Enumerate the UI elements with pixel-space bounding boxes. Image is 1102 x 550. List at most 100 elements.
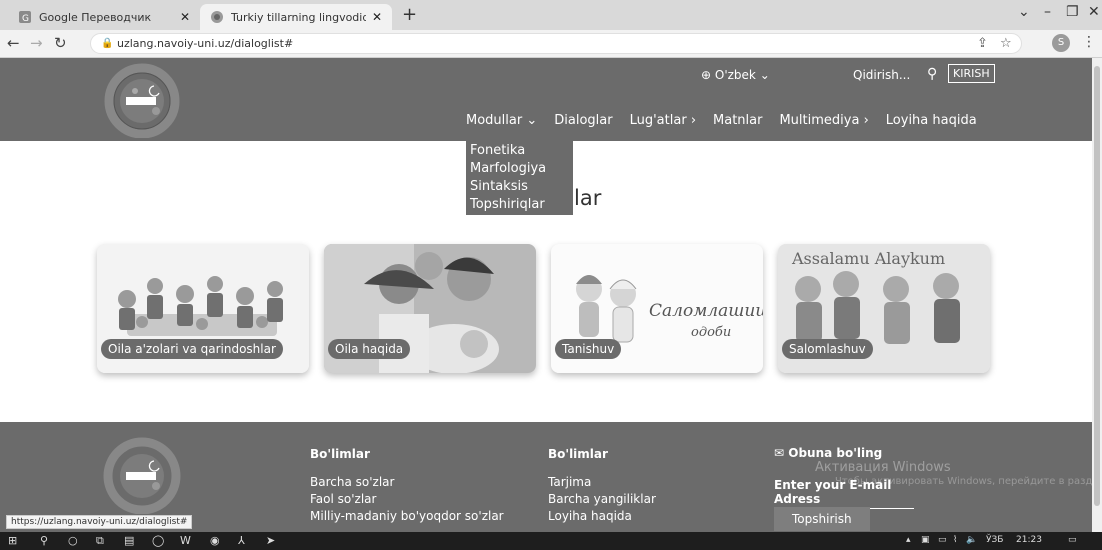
footer-link[interactable]: Barcha so'zlar [310, 474, 504, 491]
chrome-icon[interactable]: ◉ [210, 534, 220, 547]
dropdown-item-marfologiya[interactable]: Marfologiya [470, 160, 569, 178]
page-scrollbar[interactable] [1092, 58, 1102, 532]
search-input[interactable]: Qidirish... [853, 68, 910, 82]
nav-matnlar[interactable]: Matnlar [713, 113, 762, 128]
login-button[interactable]: KIRISH [948, 64, 995, 83]
browser-tab-strip: G Google Переводчик ✕ Turkiy tillarning … [0, 0, 1102, 30]
battery-icon[interactable]: ▭ [938, 535, 947, 545]
browser-menu-icon[interactable]: ⋮ [1082, 34, 1096, 50]
lock-icon: 🔒 [101, 38, 114, 49]
status-url-tooltip: https://uzlang.navoiy-uni.uz/dialoglist# [6, 515, 193, 529]
subscribe-label: Obuna bo'ling [788, 446, 883, 460]
search-icon[interactable]: ⚲ [40, 534, 48, 547]
pdf-reader-icon[interactable]: ⅄ [238, 534, 245, 547]
site-header: ⊕ O'zbek ⌄ Qidirish... ⚲ KIRISH Modullar… [0, 58, 1092, 141]
omnibox[interactable]: 🔒 uzlang.navoiy-uni.uz/dialoglist# ⇪ ☆ [90, 33, 1022, 54]
google-translate-favicon-icon: G [18, 10, 32, 24]
address-bar-row: ← → ↻ 🔒 uzlang.navoiy-uni.uz/dialoglist#… [0, 30, 1102, 58]
dropdown-item-topshiriqlar[interactable]: Topshiriqlar [470, 196, 569, 214]
nav-label: Multimediya [779, 113, 860, 128]
windows-activation-subtext: Чтобы активировать Windows, перейдите в … [835, 476, 1102, 487]
language-selector[interactable]: ⊕ O'zbek ⌄ [701, 68, 770, 82]
card-label: Oila a'zolari va qarindoshlar [101, 339, 283, 359]
card-label: Salomlashuv [782, 339, 873, 359]
chevron-right-icon: › [690, 113, 697, 128]
windows-taskbar: ⊞ ⚲ ○ ⧉ ▤ ◯ W ◉ ⅄ ➤ ▴ ▣ ▭ ⌇ 🔈 ЎЗБ 21:23 … [0, 532, 1102, 550]
nav-lugatlar[interactable]: Lug'atlar › [630, 113, 696, 128]
chevron-down-icon[interactable]: ⌄ [1018, 4, 1030, 20]
minimize-icon[interactable]: – [1044, 4, 1051, 20]
card-image-text: Assalamu Alaykum [791, 249, 945, 268]
footer-link[interactable]: Loyiha haqida [548, 508, 656, 525]
submit-button[interactable]: Topshirish [774, 507, 870, 531]
dialog-card-tanishuv[interactable]: Саломлашиш одоби Tanishuv [551, 244, 763, 373]
clock[interactable]: 21:23 [1016, 535, 1042, 545]
profile-avatar[interactable]: S [1052, 34, 1070, 52]
card-label: Oila haqida [328, 339, 411, 359]
dropdown-item-sintaksis[interactable]: Sintaksis [470, 178, 569, 196]
language-label: O'zbek [714, 68, 756, 82]
search-icon[interactable]: ⚲ [927, 66, 937, 82]
nav-loyiha-haqida[interactable]: Loyiha haqida [886, 113, 977, 128]
tray-chevron-icon[interactable]: ▴ [906, 535, 911, 545]
dialog-card-oila-haqida[interactable]: Oila haqida [324, 244, 536, 373]
telegram-icon[interactable]: ➤ [266, 534, 275, 547]
dialog-card-family-members[interactable]: Oila a'zolari va qarindoshlar [97, 244, 309, 373]
page-title: lar [574, 186, 602, 210]
bookmark-star-icon[interactable]: ☆ [1000, 36, 1012, 51]
tray-app-icon[interactable]: ▣ [921, 535, 930, 545]
footer-logo[interactable] [92, 434, 192, 514]
card-label: Tanishuv [555, 339, 622, 359]
keyboard-language[interactable]: ЎЗБ [986, 535, 1003, 545]
share-icon[interactable]: ⇪ [977, 36, 988, 51]
opera-icon[interactable]: ◯ [152, 534, 164, 547]
windows-start-icon[interactable]: ⊞ [8, 534, 17, 547]
close-tab-icon[interactable]: ✕ [180, 10, 190, 24]
footer-column-1: Bo'limlar Barcha so'zlar Faol so'zlar Mi… [310, 446, 504, 525]
mail-icon: ✉ [774, 446, 785, 460]
dialog-card-salomlashuv[interactable]: Assalamu Alaykum Salomlashuv [778, 244, 990, 373]
subscribe-heading: ✉ Obuna bo'ling [774, 446, 882, 460]
back-icon[interactable]: ← [7, 34, 20, 52]
task-view-icon[interactable]: ⧉ [96, 534, 104, 548]
wifi-icon[interactable]: ⌇ [953, 535, 957, 545]
tab-title: Google Переводчик [39, 10, 152, 24]
new-tab-icon[interactable]: + [402, 4, 417, 25]
nav-label: Modullar [466, 113, 523, 128]
maximize-icon[interactable]: ❐ [1066, 4, 1079, 20]
site-logo[interactable] [92, 63, 192, 138]
cortana-icon[interactable]: ○ [68, 534, 78, 547]
file-explorer-icon[interactable]: ▤ [124, 534, 134, 547]
close-window-icon[interactable]: ✕ [1088, 4, 1100, 20]
tab-title: Turkiy tillarning lingvodidaktik el [231, 10, 366, 24]
footer-link[interactable]: Milliy-madaniy bo'yoqdor so'zlar [310, 508, 504, 525]
nav-dialoglar[interactable]: Dialoglar [554, 113, 612, 128]
svg-text:G: G [22, 14, 29, 24]
card-image-text: одоби [691, 325, 731, 340]
footer-link[interactable]: Barcha yangiliklar [548, 491, 656, 508]
dropdown-item-fonetika[interactable]: Fonetika [470, 142, 569, 160]
url-text: uzlang.navoiy-uni.uz/dialoglist# [117, 37, 294, 50]
word-icon[interactable]: W [180, 534, 191, 547]
notifications-icon[interactable]: ▭ [1068, 535, 1077, 545]
nav-multimediya[interactable]: Multimediya › [779, 113, 868, 128]
tab-dialoglist[interactable]: Turkiy tillarning lingvodidaktik el ✕ [200, 4, 392, 30]
nav-label: Lug'atlar [629, 113, 687, 128]
forward-icon[interactable]: → [30, 34, 43, 52]
chevron-down-icon: ⌄ [526, 113, 538, 128]
scrollbar-thumb[interactable] [1094, 66, 1100, 506]
tab-google-translate[interactable]: G Google Переводчик ✕ [8, 4, 200, 30]
footer-link[interactable]: Faol so'zlar [310, 491, 504, 508]
main-nav: Modullar ⌄ Dialoglar Lug'atlar › Matnlar… [466, 113, 977, 128]
footer-heading: Bo'limlar [310, 447, 370, 461]
close-tab-icon[interactable]: ✕ [372, 10, 382, 24]
globe-icon: ⊕ [701, 68, 712, 82]
modullar-dropdown: Fonetika Marfologiya Sintaksis Topshiriq… [466, 141, 573, 215]
chevron-down-icon: ⌄ [759, 68, 770, 82]
nav-modullar[interactable]: Modullar ⌄ [466, 113, 537, 128]
footer-column-2: Bo'limlar Tarjima Barcha yangiliklar Loy… [548, 446, 656, 525]
reload-icon[interactable]: ↻ [54, 34, 67, 52]
footer-link[interactable]: Tarjima [548, 474, 656, 491]
card-image-text: Саломлашиш [649, 301, 763, 321]
volume-icon[interactable]: 🔈 [966, 535, 977, 545]
